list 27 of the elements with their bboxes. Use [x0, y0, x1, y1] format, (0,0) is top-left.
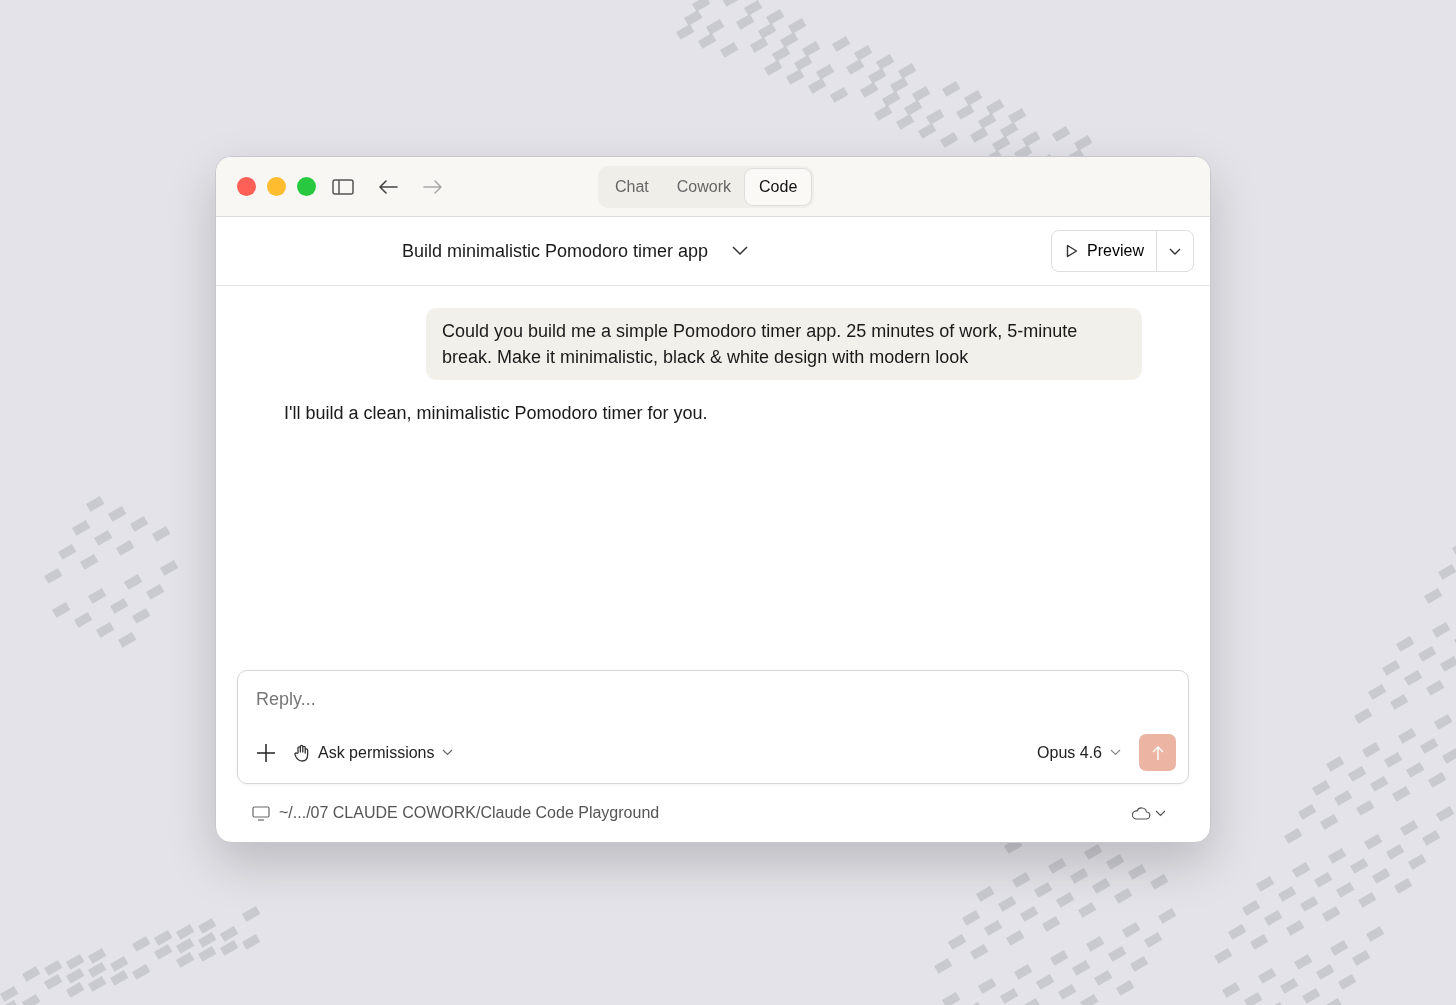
monitor-icon [252, 805, 270, 821]
chevron-down-icon [1169, 247, 1181, 256]
chevron-down-icon [1110, 749, 1121, 756]
sidebar-icon[interactable] [332, 178, 354, 195]
arrow-up-icon [1151, 744, 1164, 761]
mode-tab[interactable]: Chat [601, 168, 663, 205]
minimize-button[interactable] [267, 177, 286, 196]
user-message: Could you build me a simple Pomodoro timer app. 25 minutes of work, 5-minute break. Make it minimalistic, black & white design with modern look [426, 308, 1142, 380]
chevron-down-icon[interactable] [732, 246, 749, 256]
back-arrow-icon[interactable] [378, 179, 398, 194]
chevron-down-icon [1155, 809, 1166, 817]
hand-icon [294, 743, 310, 762]
cloud-icon [1131, 806, 1151, 820]
environment-dropdown[interactable] [1131, 806, 1166, 820]
add-icon[interactable] [256, 742, 276, 763]
play-icon [1066, 244, 1079, 258]
model-dropdown[interactable]: Opus 4.6 [1037, 743, 1121, 762]
project-path: ~/.../07 CLAUDE COWORK/Claude Code Playground [279, 804, 660, 822]
chevron-down-icon [442, 749, 454, 756]
preview-button[interactable]: Preview [1052, 231, 1157, 271]
permissions-dropdown[interactable]: Ask permissions [294, 743, 454, 762]
zoom-button[interactable] [297, 177, 316, 196]
conversation-title: Build minimalistic Pomodoro timer app [402, 240, 709, 262]
close-button[interactable] [237, 177, 256, 196]
mode-tab[interactable]: Cowork [662, 168, 746, 205]
mode-tab[interactable]: Code [745, 168, 812, 205]
assistant-message: I'll build a clean, minimalistic Pomodoro timer for you. [284, 403, 709, 424]
